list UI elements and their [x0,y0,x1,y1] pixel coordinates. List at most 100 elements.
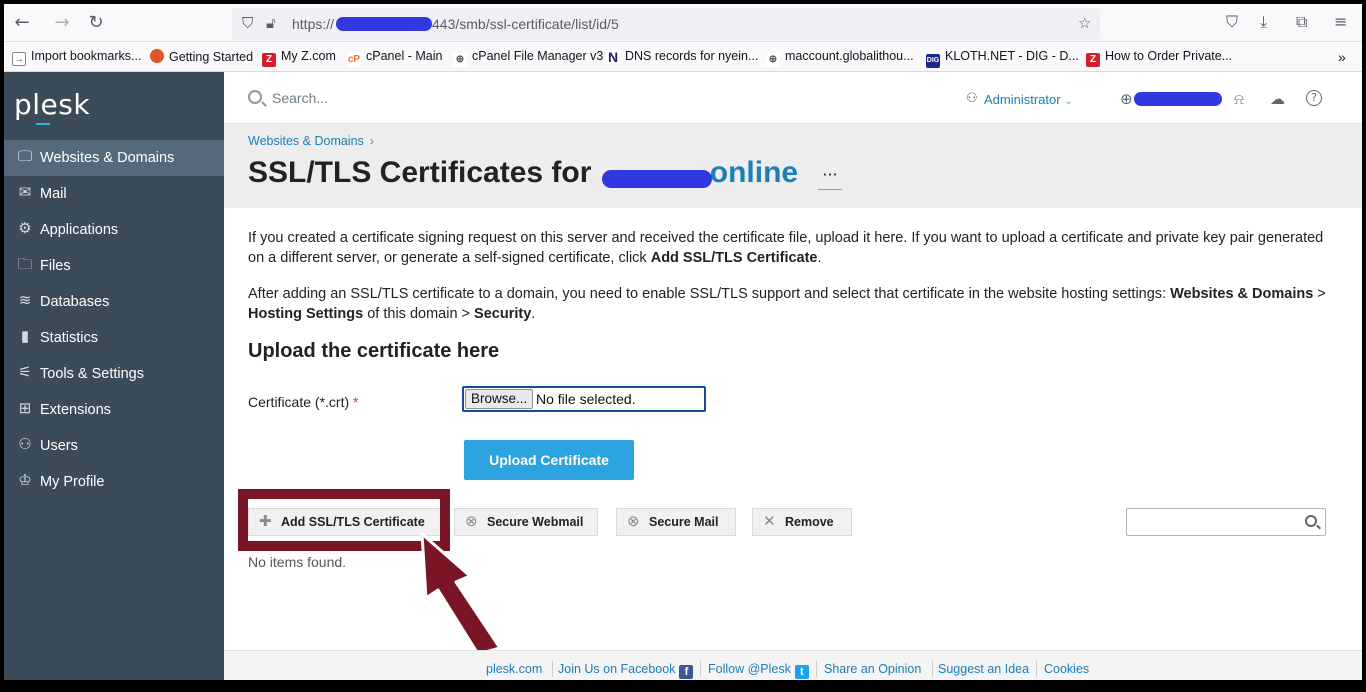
bookmark-label: KLOTH.NET - DIG - D... [945,49,1079,63]
footer: plesk.com Join Us on Facebook f Follow @P… [224,650,1362,680]
sidebar-item-databases[interactable]: ≋ Databases [4,284,224,320]
sidebar-item-applications[interactable]: ⚙ Applications [4,212,224,248]
kloth-icon: DIG [926,54,940,68]
extensions-icon: ⊞ [18,400,32,417]
sidebar-item-mail[interactable]: ✉ Mail [4,176,224,212]
file-status-text: No file selected. [536,391,636,407]
upload-section-title: Upload the certificate here [248,340,500,362]
sidebar: plesk 🖵 Websites & Domains ✉ Mail ⚙ Appl… [4,72,224,680]
footer-link-cookies[interactable]: Cookies [1044,662,1089,676]
redacted-hostname [336,17,432,31]
menu-icon[interactable]: ≡ [1334,12,1347,31]
footer-link-plesk[interactable]: plesk.com [486,662,542,676]
bookmark-label: Getting Started [169,50,254,64]
search-icon[interactable] [1305,515,1317,527]
intro-emphasis: Add SSL/TLS Certificate [650,250,818,266]
page-title: SSL/TLS Certificates for online [248,156,798,190]
reload-icon[interactable]: ↻ [84,12,108,34]
bookmark-item[interactable]: ⊕ maccount.globalithou... [766,49,914,67]
notifications-icon[interactable]: ⍾ [1234,90,1244,108]
upload-certificate-button[interactable]: Upload Certificate [464,440,634,480]
plesk-logo[interactable]: plesk [14,88,90,121]
globe-icon: ⊕ [766,53,780,67]
sidebar-item-label: Databases [40,294,110,310]
bookmark-star-icon[interactable]: ☆ [1078,14,1091,32]
bookmark-item[interactable]: DIG KLOTH.NET - DIG - D... [926,49,1079,68]
sidebar-item-tools-settings[interactable]: ⚟ Tools & Settings [4,356,224,392]
certificate-field-label: Certificate (*.crt) * [248,394,358,410]
instructions-text: > [1313,286,1326,302]
sidebar-item-extensions[interactable]: ⊞ Extensions [4,392,224,428]
bookmark-item[interactable]: cP cPanel - Main [347,49,442,67]
required-marker: * [353,394,359,410]
remove-label: Remove [785,515,834,529]
user-menu[interactable]: Administrator ⌄ [984,92,1073,107]
monitor-icon: 🖵 [17,148,33,165]
more-options-button[interactable]: ··· [818,167,842,190]
footer-separator [932,661,933,677]
sidebar-item-users[interactable]: ⚇ Users [4,428,224,464]
sidebar-item-label: My Profile [40,474,105,490]
lock-icon[interactable]: 🔓︎ [266,14,276,32]
address-bar[interactable]: ⛉ 🔓︎ https:// 443/smb/ssl-certificate/li… [232,8,1100,40]
sidebar-item-websites-domains[interactable]: 🖵 Websites & Domains [4,140,224,176]
certificate-label-text: Certificate (*.crt) [248,394,350,410]
annotation-arrow-shape [420,532,502,656]
page-title-area: Websites & Domains › SSL/TLS Certificates… [224,124,1362,208]
shield-icon[interactable]: ⛉ [242,14,253,32]
bookmark-item[interactable]: → Import bookmarks... [12,49,141,66]
pocket-icon[interactable]: ⛉ [1226,12,1238,32]
globe-icon: ⊕ [453,53,467,67]
certificate-file-input[interactable]: Browse... No file selected. [462,386,706,412]
bookmarks-overflow-icon[interactable]: » [1338,49,1346,65]
footer-link-twitter-label: Follow @Plesk [708,662,791,676]
cpanel-icon: cP [347,53,361,67]
list-search-input[interactable] [1126,508,1326,536]
forward-arrow-icon[interactable]: → [50,12,74,34]
twitter-icon: t [794,665,809,679]
globe-icon[interactable]: ⊕ [1120,90,1133,108]
secure-mail-button[interactable]: ⊗ Secure Mail [616,508,736,536]
bookmark-item[interactable]: Getting Started [150,49,253,64]
main-content: If you created a certificate signing req… [224,208,1362,650]
bookmark-label: How to Order Private... [1105,49,1233,63]
instructions-emphasis: Hosting Settings [248,306,364,322]
instructions-emphasis: Websites & Domains [1170,286,1314,302]
back-arrow-icon[interactable]: ← [10,12,34,34]
extensions-puzzle-icon[interactable]: ⧉ [1296,12,1307,32]
logo-accent [36,123,50,125]
bookmark-item[interactable]: ⊕ cPanel File Manager v3 [453,49,603,67]
browser-toolbar: ← → ↻ ⛉ 🔓︎ https:// 443/smb/ssl-certific… [4,4,1362,42]
cloud-icon[interactable]: ☁ [1270,90,1285,108]
footer-link-twitter[interactable]: Follow @Plesk t [708,662,809,679]
help-icon[interactable]: ? [1306,90,1322,106]
footer-link-share-opinion[interactable]: Share an Opinion [824,662,921,676]
zcom-icon: Z [262,53,276,67]
bookmark-label: cPanel File Manager v3 [472,49,604,63]
bookmark-item[interactable]: Z How to Order Private... [1086,49,1232,67]
breadcrumb-separator-icon: › [369,134,374,148]
remove-button[interactable]: ✕ Remove [752,508,852,536]
breadcrumb-link-websites-domains[interactable]: Websites & Domains [248,134,364,148]
footer-link-suggest-idea[interactable]: Suggest an Idea [938,662,1029,676]
annotation-arrow [420,532,502,656]
sidebar-item-my-profile[interactable]: ♔ My Profile [4,464,224,500]
sidebar-item-label: Extensions [40,402,111,418]
bookmark-item[interactable]: N DNS records for nyein... [606,49,758,64]
page-title-domain[interactable]: online [710,156,798,189]
footer-link-facebook-label: Join Us on Facebook [558,662,676,676]
breadcrumb: Websites & Domains › [248,134,374,148]
download-icon[interactable]: ⤓ [1260,12,1267,32]
footer-link-facebook[interactable]: Join Us on Facebook f [558,662,694,679]
user-icon: ⚇ [966,91,978,106]
gear-icon: ⚙ [18,220,32,237]
secure-mail-icon: ⊗ [627,513,640,530]
profile-icon: ♔ [18,472,32,489]
bookmark-item[interactable]: Z My Z.com [262,49,336,67]
search-icon[interactable] [248,90,262,104]
footer-separator [816,661,817,677]
global-search-input[interactable]: Search... [272,90,328,106]
sidebar-item-files[interactable]: 🗀 Files [4,248,224,284]
sidebar-item-statistics[interactable]: ▮ Statistics [4,320,224,356]
browse-button[interactable]: Browse... [465,389,534,409]
